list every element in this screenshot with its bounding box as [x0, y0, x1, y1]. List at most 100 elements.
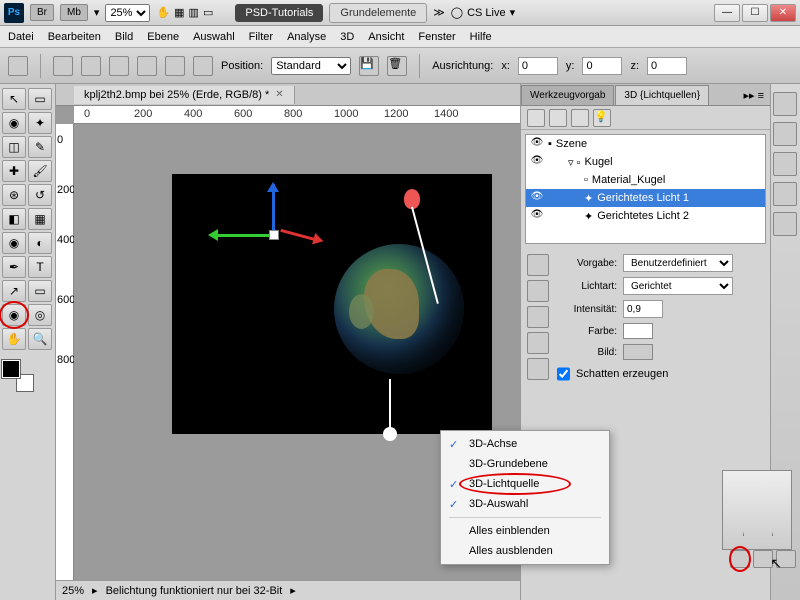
light-point-tool[interactable]: [527, 332, 549, 354]
zoom-select[interactable]: 25%: [105, 4, 150, 22]
hand-icon[interactable]: ✋: [156, 6, 170, 19]
swatches-panel-icon[interactable]: [773, 122, 797, 146]
bridge-button[interactable]: Br: [30, 4, 54, 21]
tree-row-licht2[interactable]: 👁✦ Gerichtetes Licht 2: [526, 207, 765, 225]
cslive-label[interactable]: CS Live: [467, 7, 506, 19]
3d-rotate-icon[interactable]: [81, 56, 101, 76]
history-tool[interactable]: ↺: [28, 184, 52, 206]
select-tool[interactable]: ▭: [28, 88, 52, 110]
pen-tool[interactable]: ✒: [2, 256, 26, 278]
type-tool[interactable]: T: [28, 256, 52, 278]
schatten-checkbox[interactable]: [557, 365, 570, 383]
3d-slide-icon[interactable]: [165, 56, 185, 76]
shape-tool[interactable]: ▭: [28, 280, 52, 302]
workspace-tab-grundelemente[interactable]: Grundelemente: [329, 3, 427, 23]
farbe-swatch[interactable]: [623, 323, 653, 339]
visibility-icon[interactable]: 👁: [530, 191, 544, 205]
move-tool[interactable]: ↖: [2, 88, 26, 110]
3d-home-icon[interactable]: [53, 56, 73, 76]
tab-werkzeugvorgaben[interactable]: Werkzeugvorgab: [521, 85, 614, 105]
crop-tool[interactable]: ◫: [2, 136, 26, 158]
axis-center[interactable]: [269, 230, 279, 240]
y-input[interactable]: [582, 57, 622, 75]
wand-tool[interactable]: ✦: [28, 112, 52, 134]
menu-ansicht[interactable]: Ansicht: [368, 31, 404, 43]
filter-mesh-icon[interactable]: [549, 109, 567, 127]
workspace-tab-tutorials[interactable]: PSD-Tutorials: [235, 4, 323, 22]
cm-3d-achse[interactable]: 3D-Achse: [441, 434, 609, 454]
color-panel-icon[interactable]: [773, 92, 797, 116]
zoom-tool[interactable]: 🔍: [28, 328, 52, 350]
menu-ebene[interactable]: Ebene: [147, 31, 179, 43]
vorgabe-select[interactable]: Benutzerdefiniert: [623, 254, 733, 272]
visibility-icon[interactable]: 👁: [530, 137, 544, 151]
cm-3d-auswahl[interactable]: 3D-Auswahl: [441, 494, 609, 514]
axis-y[interactable]: [272, 184, 275, 234]
app-logo[interactable]: Ps: [4, 3, 24, 23]
maximize-button[interactable]: ☐: [742, 4, 768, 22]
light-pan-tool[interactable]: [527, 280, 549, 302]
light-marker-1[interactable]: [404, 189, 420, 209]
grid-icon[interactable]: ▦: [174, 6, 184, 19]
brush-tool[interactable]: 🖌: [28, 160, 52, 182]
more-workspaces[interactable]: ≫: [433, 6, 445, 19]
layout-icon[interactable]: ▥: [189, 6, 199, 19]
tree-row-licht1[interactable]: 👁✦ Gerichtetes Licht 1: [526, 189, 765, 207]
position-select[interactable]: Standard: [271, 57, 351, 75]
eyedropper-tool[interactable]: ✎: [28, 136, 52, 158]
menu-datei[interactable]: Datei: [8, 31, 34, 43]
menu-bild[interactable]: Bild: [115, 31, 133, 43]
tree-row-szene[interactable]: 👁▪Szene: [526, 135, 765, 153]
close-tab-icon[interactable]: ✕: [275, 89, 283, 100]
cm-3d-grundebene[interactable]: 3D-Grundebene: [441, 454, 609, 474]
z-input[interactable]: [647, 57, 687, 75]
x-input[interactable]: [518, 57, 558, 75]
intensitat-input[interactable]: [623, 300, 663, 318]
tree-row-kugel[interactable]: 👁▿ ▫ Kugel: [526, 153, 765, 171]
lasso-tool[interactable]: ◉: [2, 112, 26, 134]
menu-hilfe[interactable]: Hilfe: [470, 31, 492, 43]
foreground-swatch[interactable]: [2, 360, 20, 378]
status-zoom[interactable]: 25%: [62, 585, 84, 597]
stamp-tool[interactable]: ⊛: [2, 184, 26, 206]
menu-auswahl[interactable]: Auswahl: [193, 31, 235, 43]
toggle-3d-overlays-button[interactable]: [730, 550, 750, 568]
screen-icon[interactable]: ▭: [203, 6, 213, 19]
color-swatches[interactable]: [2, 360, 34, 392]
cm-alles-einblenden[interactable]: Alles einblenden: [441, 521, 609, 541]
3d-scale-icon[interactable]: [193, 56, 213, 76]
filter-material-icon[interactable]: [571, 109, 589, 127]
earth-sphere[interactable]: [334, 244, 464, 374]
light-slide-tool[interactable]: [527, 306, 549, 328]
adjustments-panel-icon[interactable]: [773, 182, 797, 206]
document-tab[interactable]: kplj2th2.bmp bei 25% (Erde, RGB/8) *✕: [74, 86, 295, 104]
close-button[interactable]: ✕: [770, 4, 796, 22]
visibility-icon[interactable]: 👁: [530, 155, 544, 169]
menu-fenster[interactable]: Fenster: [418, 31, 455, 43]
3d-rotate-tool[interactable]: ◉: [2, 304, 26, 326]
cm-3d-lichtquelle[interactable]: 3D-Lichtquelle: [441, 474, 609, 494]
light-rotate-tool[interactable]: [527, 254, 549, 276]
visibility-icon[interactable]: 👁: [530, 209, 544, 223]
menu-3d[interactable]: 3D: [340, 31, 354, 43]
heal-tool[interactable]: ✚: [2, 160, 26, 182]
bild-swatch[interactable]: [623, 344, 653, 360]
save-icon[interactable]: 💾: [359, 56, 379, 76]
3d-pan-icon[interactable]: [137, 56, 157, 76]
panel-menu-icon[interactable]: ▸▸ ≡: [737, 86, 770, 105]
cm-alles-ausblenden[interactable]: Alles ausblenden: [441, 541, 609, 561]
lichtart-select[interactable]: Gerichtet: [623, 277, 733, 295]
3d-camera-tool[interactable]: ◎: [28, 304, 52, 326]
hand-tool[interactable]: ✋: [2, 328, 26, 350]
layers-panel-icon[interactable]: [773, 212, 797, 236]
current-tool-icon[interactable]: [8, 56, 28, 76]
menu-analyse[interactable]: Analyse: [287, 31, 326, 43]
light-scale-tool[interactable]: [527, 358, 549, 380]
tab-3d-lichtquellen[interactable]: 3D {Lichtquellen}: [615, 85, 709, 105]
minibridge-button[interactable]: Mb: [60, 4, 88, 21]
gradient-tool[interactable]: ▦: [28, 208, 52, 230]
axis-z[interactable]: [280, 229, 319, 242]
trash-icon[interactable]: 🗑: [387, 56, 407, 76]
filter-light-icon[interactable]: 💡: [593, 109, 611, 127]
filter-scene-icon[interactable]: [527, 109, 545, 127]
